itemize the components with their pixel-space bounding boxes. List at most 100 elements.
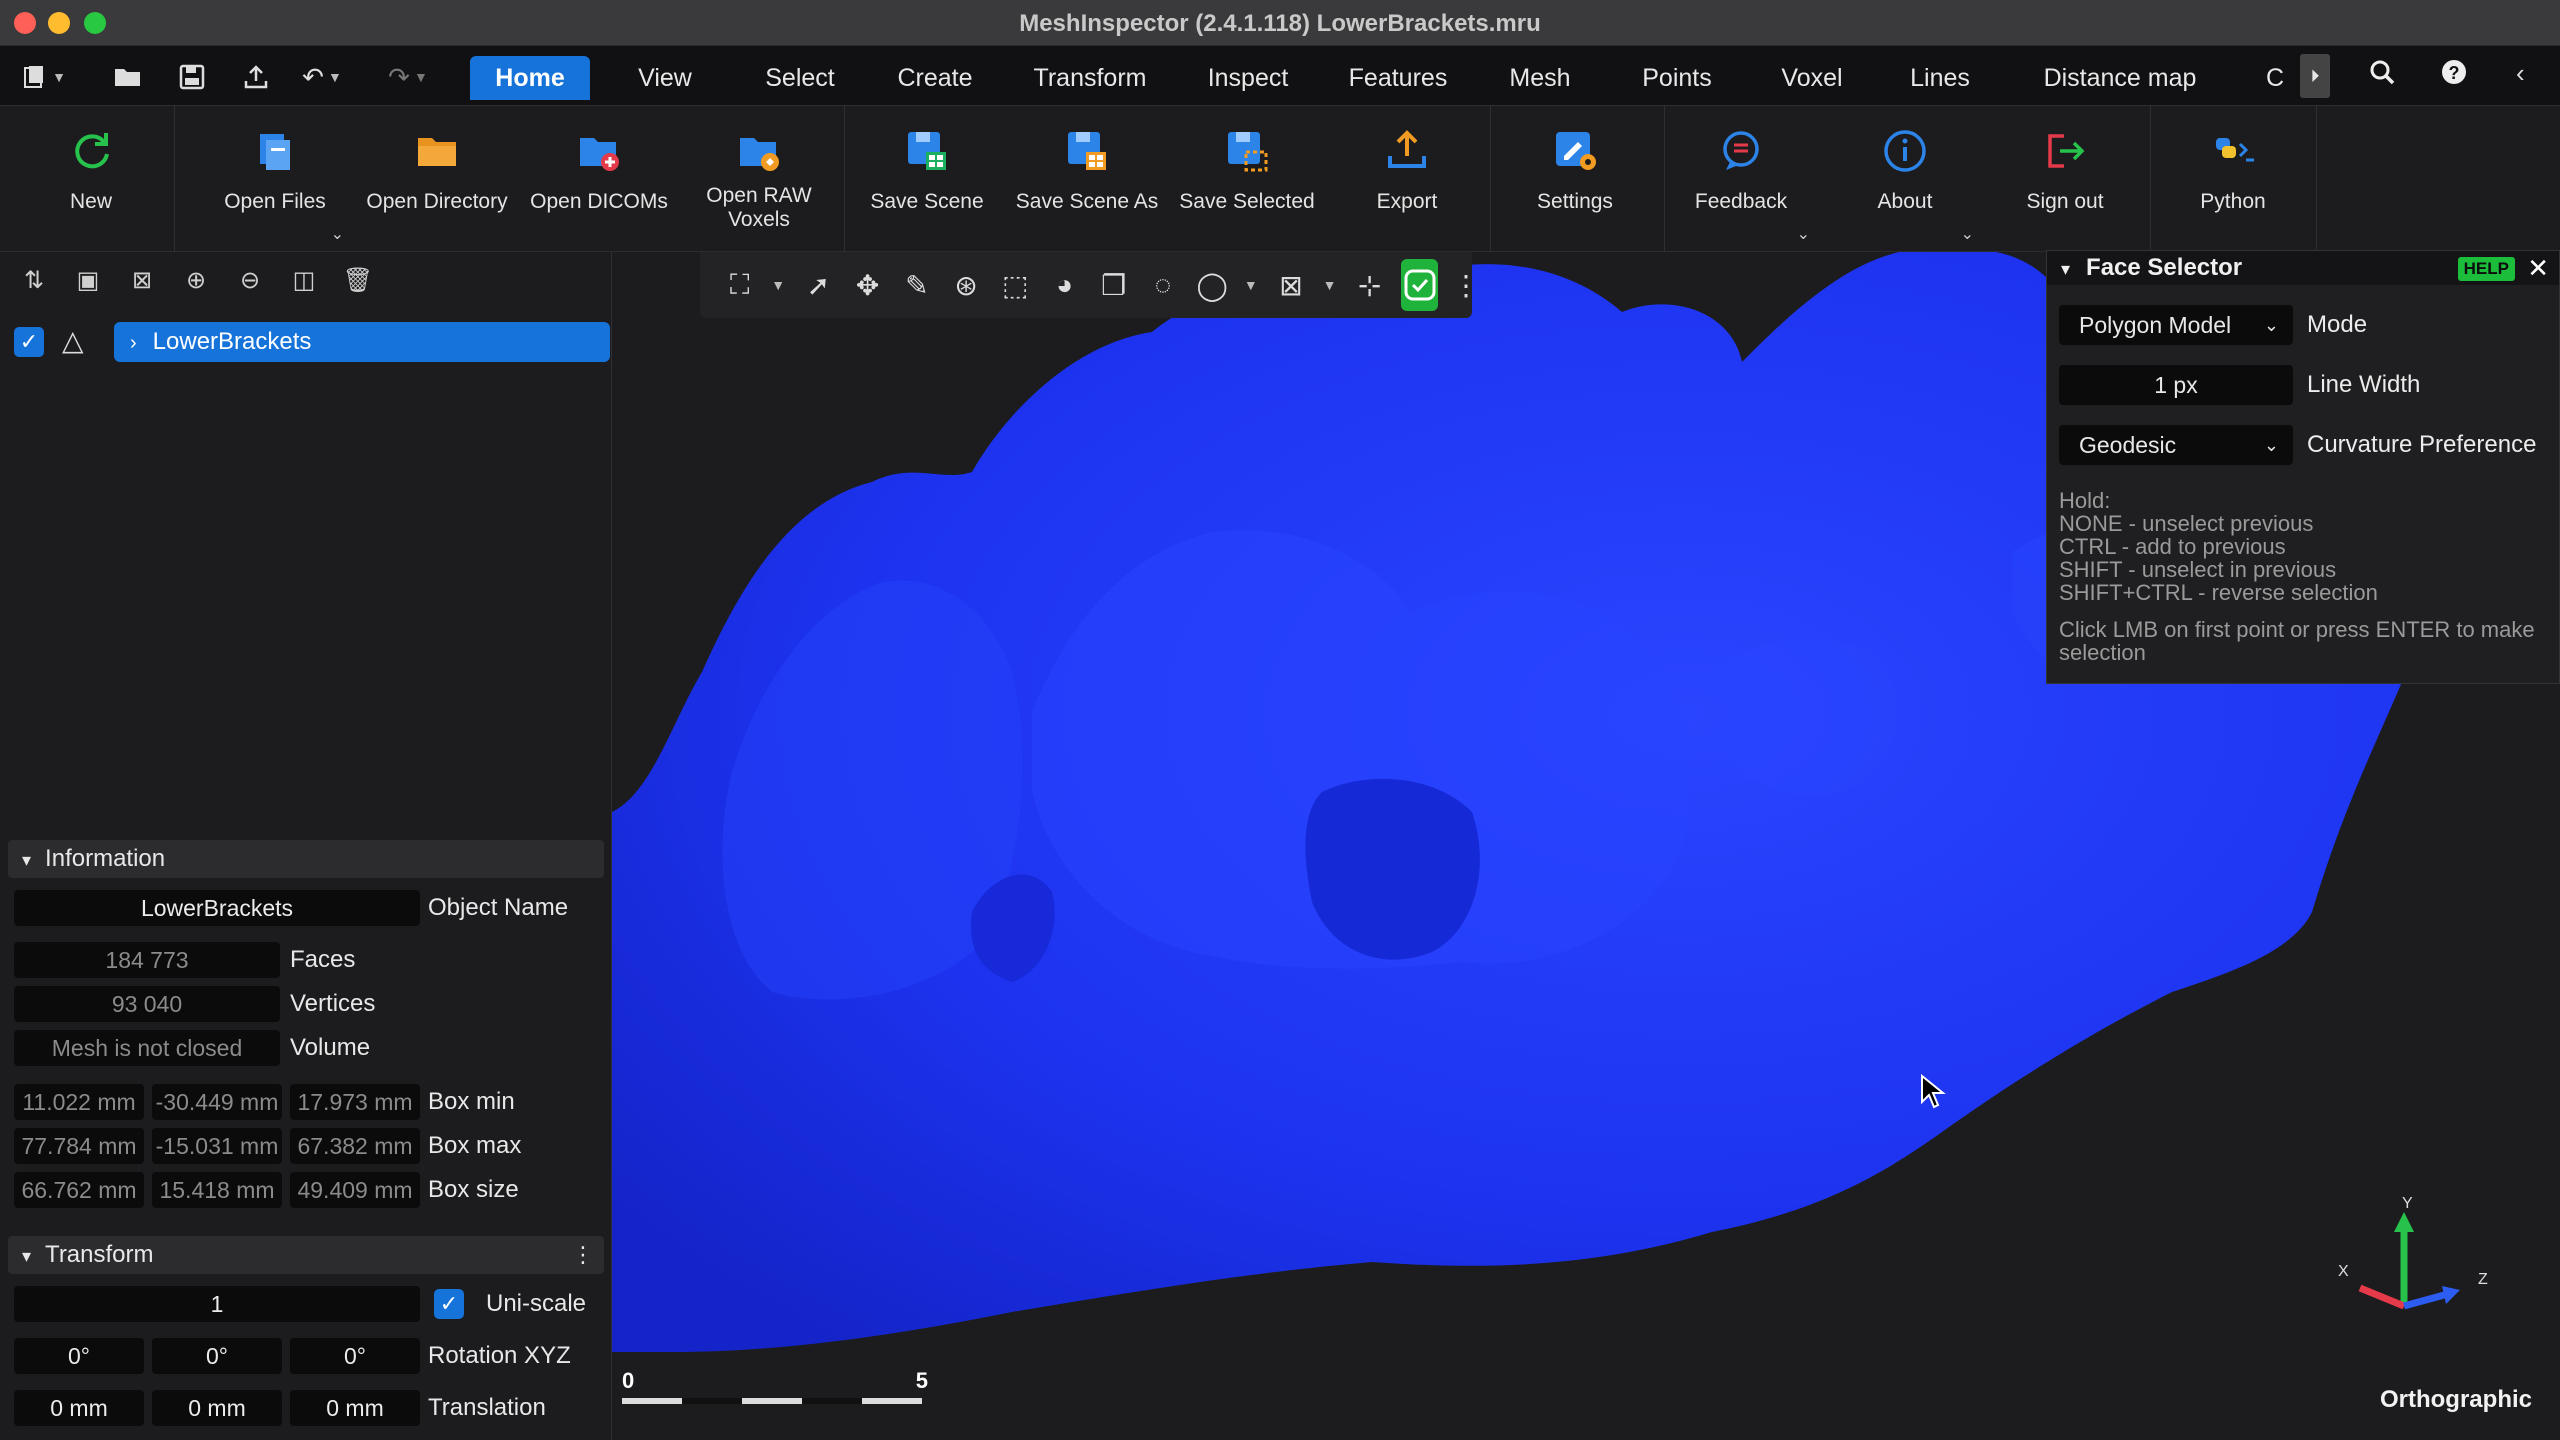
open-folder-button[interactable]: [106, 60, 150, 94]
pointer-icon[interactable]: ➚: [801, 269, 836, 302]
save-quick-button[interactable]: [170, 60, 214, 94]
select-box-icon[interactable]: ⊠: [1273, 269, 1308, 302]
help-button[interactable]: ?: [2440, 58, 2468, 93]
split-icon[interactable]: ◫: [288, 266, 320, 295]
chevron-down-icon[interactable]: ▾: [2061, 259, 2070, 279]
paint-icon[interactable]: ◕: [1047, 269, 1082, 301]
curvature-dropdown[interactable]: Geodesic ⌄: [2059, 425, 2293, 465]
chevron-down-icon[interactable]: ▼: [1323, 277, 1339, 293]
save-selected-button[interactable]: Save Selected: [1172, 126, 1322, 214]
rotation-z-field[interactable]: 0°: [290, 1338, 420, 1374]
app-menu-button[interactable]: ▼: [22, 60, 66, 94]
undo-icon: ↶: [302, 61, 324, 92]
selection-mode-icon[interactable]: ⊹: [1352, 269, 1387, 302]
lasso-icon[interactable]: ◯: [1195, 269, 1230, 302]
projection-mode[interactable]: Orthographic: [2380, 1386, 2532, 1414]
rotation-label: Rotation XYZ: [428, 1342, 571, 1369]
curvature-label: Curvature Preference: [2307, 431, 2537, 458]
bounding-box-icon[interactable]: ⬚: [998, 269, 1033, 302]
tab-transform[interactable]: Transform: [1020, 56, 1160, 100]
tab-lines[interactable]: Lines: [1900, 56, 1980, 100]
tool-icon[interactable]: ⊛: [948, 269, 983, 302]
save-scene-button[interactable]: Save Scene: [852, 126, 1002, 214]
tab-truncated[interactable]: C: [2260, 56, 2290, 100]
save-scene-as-label: Save Scene As: [1015, 190, 1159, 213]
transform-section-header[interactable]: ▾ Transform ⋮: [8, 1236, 604, 1274]
close-icon[interactable]: ✕: [2527, 251, 2549, 285]
volume-label: Volume: [290, 1034, 371, 1061]
open-directory-button[interactable]: Open Directory: [362, 126, 512, 214]
translation-y-field[interactable]: 0 mm: [152, 1390, 282, 1426]
information-section-header[interactable]: ▾ Information: [8, 840, 604, 878]
settings-button[interactable]: Settings: [1500, 126, 1650, 214]
chevron-down-icon[interactable]: ▼: [1244, 277, 1260, 293]
rotation-y-field[interactable]: 0°: [152, 1338, 282, 1374]
collapse-ribbon-button[interactable]: ‹: [2516, 58, 2525, 89]
object-name: LowerBrackets: [152, 328, 312, 355]
about-button[interactable]: About ⌄: [1830, 126, 1980, 243]
feedback-icon: [1716, 126, 1766, 176]
mode-dropdown[interactable]: Polygon Model ⌄: [2059, 305, 2293, 345]
more-options-icon[interactable]: ⋮: [1452, 269, 1480, 302]
confirm-selection-button[interactable]: [1401, 259, 1438, 311]
open-dicoms-button[interactable]: Open DICOMs: [524, 126, 674, 214]
translation-x-field[interactable]: 0 mm: [14, 1390, 144, 1426]
tab-select[interactable]: Select: [750, 56, 850, 100]
axes-gizmo[interactable]: Y X Z: [2304, 1196, 2504, 1336]
redo-button[interactable]: ↷ ▼: [386, 60, 430, 94]
window-title: MeshInspector (2.4.1.118) LowerBrackets.…: [1019, 10, 1541, 37]
export-button[interactable]: Export: [1332, 126, 1482, 214]
tabs-scroll-button[interactable]: ⏵: [2300, 54, 2330, 98]
line-width-field[interactable]: 1 px: [2059, 365, 2293, 405]
object-visibility-checkbox[interactable]: ✓: [14, 327, 44, 357]
tab-home[interactable]: Home: [470, 56, 590, 100]
translation-z-field[interactable]: 0 mm: [290, 1390, 420, 1426]
tab-distance-map[interactable]: Distance map: [2030, 56, 2210, 100]
trash-icon[interactable]: 🗑: [342, 266, 374, 295]
uniscale-checkbox[interactable]: ✓: [434, 1289, 464, 1319]
tab-view[interactable]: View: [620, 56, 710, 100]
tab-voxel[interactable]: Voxel: [1770, 56, 1854, 100]
tab-inspect[interactable]: Inspect: [1190, 56, 1306, 100]
tab-features[interactable]: Features: [1336, 56, 1460, 100]
sign-out-label: Sign out: [2026, 190, 2104, 213]
export-quick-button[interactable]: [234, 60, 278, 94]
document-menu-icon: [24, 66, 44, 88]
move-icon[interactable]: ✥: [850, 269, 885, 302]
duplicate-icon[interactable]: ❐: [1096, 269, 1131, 302]
export-icon: [1382, 126, 1432, 176]
face-selector-header[interactable]: ▾ Face Selector HELP ✕: [2047, 251, 2559, 285]
open-files-button[interactable]: Open Files ⌄: [200, 126, 350, 243]
edit-mesh-icon[interactable]: ✎: [899, 269, 934, 302]
scene-tree-item[interactable]: ✓ △ › LowerBrackets: [14, 322, 610, 362]
tab-points[interactable]: Points: [1630, 56, 1724, 100]
tab-create[interactable]: Create: [880, 56, 990, 100]
save-icon: [179, 64, 205, 90]
scene-tree-item-label[interactable]: › LowerBrackets: [114, 322, 610, 362]
deselect-all-icon[interactable]: ⊠: [126, 266, 158, 295]
rotation-x-field[interactable]: 0°: [14, 1338, 144, 1374]
object-name-field[interactable]: LowerBrackets: [14, 890, 420, 926]
select-all-icon[interactable]: ▣: [72, 266, 104, 295]
move-up-icon[interactable]: ⊕: [180, 266, 212, 295]
new-button[interactable]: New: [16, 126, 166, 214]
help-button[interactable]: HELP: [2457, 257, 2515, 281]
tab-mesh[interactable]: Mesh: [1500, 56, 1580, 100]
move-down-icon[interactable]: ⊖: [234, 266, 266, 295]
sort-az-icon[interactable]: ⇅: [18, 266, 50, 295]
hide-icon[interactable]: ◌: [1145, 269, 1180, 301]
save-selected-label: Save Selected: [1179, 190, 1315, 213]
more-options-icon[interactable]: ⋮: [572, 1236, 594, 1274]
scale-field[interactable]: 1: [14, 1286, 420, 1322]
search-button[interactable]: [2368, 58, 2396, 93]
mouse-cursor-icon: [1921, 1074, 1946, 1109]
feedback-button[interactable]: Feedback ⌄: [1666, 126, 1816, 243]
refresh-icon: [66, 126, 116, 176]
fit-view-icon[interactable]: ⛶: [722, 269, 757, 302]
undo-button[interactable]: ↶ ▼: [300, 60, 344, 94]
sign-out-button[interactable]: Sign out: [1990, 126, 2140, 214]
open-raw-voxels-button[interactable]: Open RAW Voxels: [684, 126, 834, 232]
chevron-down-icon[interactable]: ▼: [771, 277, 787, 293]
python-button[interactable]: Python: [2158, 126, 2308, 214]
save-scene-as-button[interactable]: Save Scene As: [1012, 126, 1162, 214]
